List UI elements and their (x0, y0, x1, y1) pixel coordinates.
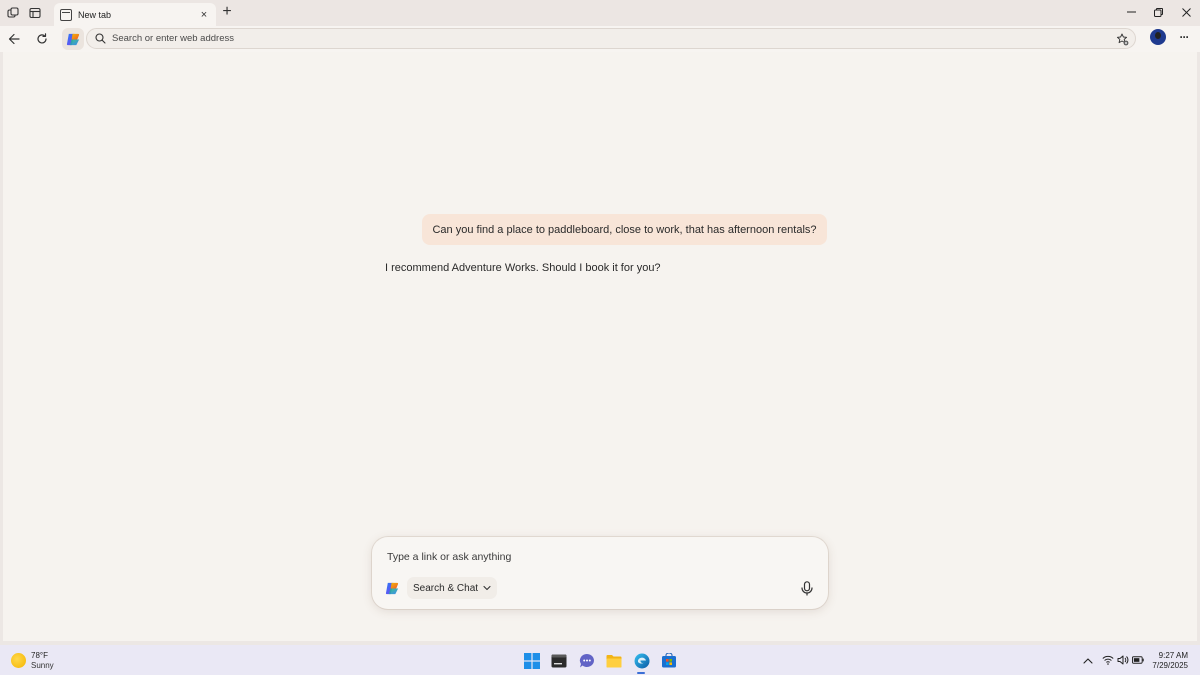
mode-dropdown[interactable]: Search & Chat (407, 577, 498, 599)
vertical-tabs-icon[interactable] (27, 5, 43, 21)
clock-time[interactable]: 9:27 AM (1150, 651, 1188, 660)
chat-input[interactable] (387, 551, 787, 563)
tab-new-tab[interactable]: New tab × (54, 3, 216, 26)
address-bar[interactable] (86, 28, 1136, 49)
chevron-up-icon[interactable] (1082, 654, 1094, 666)
teams-chat-icon[interactable] (578, 652, 595, 669)
terminal-icon[interactable] (550, 652, 567, 669)
settings-more-button[interactable]: ··· (1175, 30, 1193, 48)
refresh-button[interactable] (33, 30, 51, 48)
close-window-button[interactable] (1176, 4, 1196, 20)
store-icon[interactable] (660, 652, 677, 669)
restore-button[interactable] (1148, 4, 1168, 20)
title-bar: New tab × + (0, 0, 1200, 26)
user-message-text: Can you find a place to paddleboard, clo… (432, 223, 817, 236)
edge-icon[interactable] (633, 652, 650, 669)
volume-icon[interactable] (1117, 654, 1129, 666)
chat-composer: Search & Chat (372, 537, 828, 609)
battery-icon[interactable] (1132, 654, 1144, 666)
navigation-bar: ··· (0, 26, 1200, 52)
microphone-button[interactable] (799, 580, 815, 596)
microphone-icon (801, 580, 813, 596)
address-input[interactable] (112, 33, 1072, 44)
add-favorite-icon[interactable] (1115, 32, 1129, 46)
back-button[interactable] (5, 30, 23, 48)
weather-condition[interactable]: Sunny (31, 661, 54, 670)
wifi-icon[interactable] (1102, 654, 1114, 666)
profile-avatar[interactable] (1150, 29, 1166, 45)
assistant-message-text: I recommend Adventure Works. Should I bo… (385, 262, 661, 274)
tab-title: New tab (78, 9, 112, 20)
new-tab-page-icon (60, 8, 72, 21)
mode-label: Search & Chat (413, 582, 479, 594)
user-message-bubble: Can you find a place to paddleboard, clo… (422, 214, 827, 245)
copilot-button[interactable] (62, 28, 84, 50)
workspaces-icon[interactable] (5, 5, 21, 21)
sun-icon[interactable] (11, 653, 26, 668)
windows-start-icon[interactable] (523, 652, 540, 669)
weather-temperature[interactable]: 78°F (31, 651, 48, 660)
file-explorer-icon[interactable] (605, 652, 622, 669)
copilot-icon (66, 33, 79, 45)
copilot-logo-icon (385, 581, 400, 596)
clock-date[interactable]: 7/29/2025 (1150, 661, 1188, 670)
minimize-button[interactable] (1121, 4, 1141, 20)
chevron-down-icon (483, 584, 491, 592)
active-app-indicator (637, 672, 645, 674)
search-icon (94, 33, 106, 45)
tab-close-button[interactable]: × (198, 9, 210, 21)
new-tab-button[interactable]: + (219, 4, 235, 21)
taskbar: 78°F Sunny 9:27 AM 7/29/2025 (0, 645, 1200, 675)
